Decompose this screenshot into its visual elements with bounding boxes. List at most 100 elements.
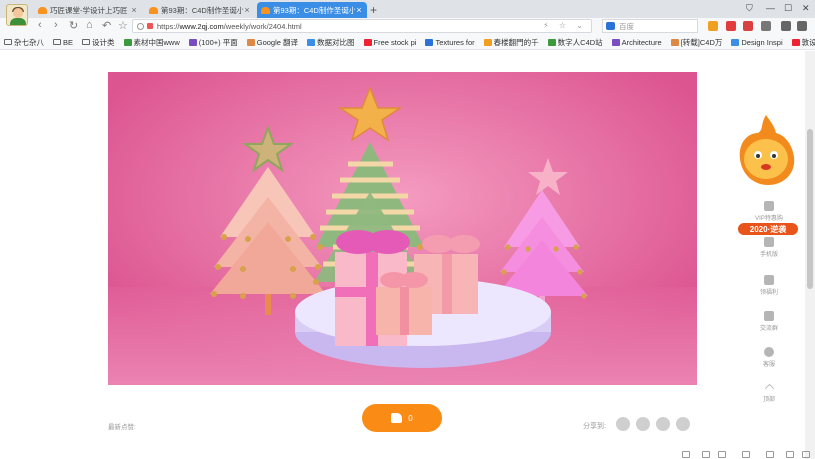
url-text: https://www.2qj.com/weekly/work/2404.htm…	[157, 21, 302, 31]
folder-icon	[4, 39, 12, 45]
bookmark-item[interactable]: 敦设计	[791, 37, 815, 48]
sidebar-item-gift[interactable]: 领福利	[745, 275, 793, 296]
close-window-button[interactable]: ✕	[802, 3, 810, 14]
navigation-bar: ‹ › ↻ ⌂ ↶ ☆ https://www.2qj.com/weekly/w…	[0, 18, 815, 35]
bookmark-item[interactable]: Free stock pi	[363, 38, 416, 47]
bookmark-label: 数字人C4D站	[557, 37, 603, 47]
chevron-up-icon	[764, 383, 774, 394]
bookmark-label: (100+) 平面	[198, 37, 238, 47]
latest-likes-label: 最新点赞:	[108, 424, 136, 431]
bookmark-item[interactable]: 数据对比图	[307, 37, 355, 48]
tab-label: 巧匠课堂-学设计上巧匠 优	[50, 5, 130, 15]
bookmark-item[interactable]: Google 翻译	[246, 37, 298, 48]
site-icon	[188, 38, 197, 46]
bookmark-item[interactable]: Design Inspi	[731, 38, 783, 47]
promo-badge[interactable]: 2020·逆袭	[737, 222, 799, 236]
tab-1[interactable]: 巧匠课堂-学设计上巧匠 优 ×	[34, 2, 142, 18]
bookmark-item[interactable]: 杂七杂八	[4, 37, 44, 48]
sidebar-item-mobile[interactable]: 手机版	[745, 237, 793, 258]
sidebar-item-vip[interactable]: VIP特惠购	[745, 201, 793, 222]
share-label: 分享到:	[583, 423, 606, 430]
sidebar-item-group[interactable]: 交流群	[745, 311, 793, 332]
bookmark-item[interactable]: 数字人C4D站	[547, 37, 603, 48]
search-input[interactable]: 百度	[602, 19, 698, 33]
bookmark-item[interactable]: Textures for	[425, 38, 475, 47]
status-icon[interactable]	[802, 451, 810, 458]
scissors-icon[interactable]	[761, 21, 771, 31]
qq-share-icon[interactable]	[656, 417, 670, 431]
sidebar-item-label: VIP特惠购	[755, 216, 783, 222]
bookmark-star-button[interactable]: ☆	[118, 19, 128, 32]
gift-icon	[764, 275, 774, 285]
status-icon[interactable]	[682, 451, 690, 458]
bookmark-item[interactable]: [转载]C4D万	[670, 37, 722, 48]
sidebar-item-label: 交流群	[759, 326, 778, 332]
profile-avatar[interactable]	[6, 4, 28, 26]
bookmark-label: 数据对比图	[317, 37, 355, 47]
site-icon	[791, 38, 800, 46]
site-icon	[483, 38, 492, 46]
bookmark-item[interactable]: Architecture	[611, 37, 662, 47]
bookmark-item[interactable]: 设计类	[82, 37, 115, 48]
weibo-share-icon[interactable]	[616, 417, 630, 431]
thumbs-up-icon	[391, 413, 403, 423]
bookmark-item[interactable]: 素材中国www	[123, 37, 180, 48]
sidebar-item-label: 领福利	[759, 290, 778, 296]
tab-3-active[interactable]: 第93期：C4D制作圣诞小 ×	[257, 2, 367, 18]
scrollbar-thumb[interactable]	[807, 129, 813, 289]
security-icon[interactable]	[147, 23, 153, 29]
extension-grid-icon[interactable]	[708, 21, 718, 31]
status-icon[interactable]	[766, 451, 774, 458]
status-icon[interactable]	[718, 451, 726, 458]
sidebar-item-top[interactable]: 顶部	[745, 383, 793, 403]
status-icon[interactable]	[742, 451, 750, 458]
status-icon[interactable]	[786, 451, 794, 458]
forward-button[interactable]: ›	[54, 19, 58, 31]
site-icon	[611, 38, 620, 46]
bookmark-item[interactable]: BE	[53, 38, 73, 47]
bookmark-label: 敦设计	[801, 37, 815, 47]
undo-close-button[interactable]: ↶	[102, 19, 111, 32]
status-icon[interactable]	[702, 451, 710, 458]
qiaojiang-favicon-icon	[261, 6, 270, 14]
reload-button[interactable]: ↻	[69, 19, 78, 32]
address-bar-actions[interactable]: ⚡ ☆ ⌄	[543, 21, 587, 30]
bookmark-item[interactable]: 春楼翻門的千	[483, 37, 539, 48]
close-icon[interactable]: ×	[355, 5, 363, 15]
game-icon[interactable]	[726, 21, 736, 31]
chat-icon	[764, 311, 774, 321]
close-icon[interactable]: ×	[130, 5, 138, 15]
site-icon	[123, 38, 132, 46]
home-button[interactable]: ⌂	[86, 19, 93, 31]
new-tab-button[interactable]: +	[370, 3, 377, 17]
like-count: 0	[408, 413, 413, 423]
folder-icon	[82, 39, 91, 45]
vertical-scrollbar[interactable]	[805, 51, 815, 459]
crown-icon	[764, 201, 774, 211]
extension-icon[interactable]	[743, 21, 753, 31]
bookmark-label: 素材中国www	[133, 37, 180, 47]
download-icon[interactable]	[781, 21, 791, 31]
pin-icon[interactable]: ⛉	[746, 3, 753, 14]
mascot-icon[interactable]	[730, 111, 802, 191]
wechat-share-icon[interactable]	[676, 417, 690, 431]
sidebar-item-service[interactable]: 客服	[745, 347, 793, 368]
tab-2[interactable]: 第93期：C4D制作圣诞小 ×	[145, 2, 255, 18]
maximize-button[interactable]: ☐	[784, 3, 792, 14]
close-icon[interactable]: ×	[243, 5, 251, 15]
like-button[interactable]: 0	[362, 404, 442, 432]
tab-label: 第93期：C4D制作圣诞小	[273, 5, 355, 15]
bookmark-label: Architecture	[621, 37, 662, 47]
menu-icon[interactable]	[797, 21, 807, 31]
tab-label: 第93期：C4D制作圣诞小	[161, 5, 243, 15]
sidebar-item-label: 客服	[762, 362, 775, 368]
address-bar[interactable]: https://www.2qj.com/weekly/work/2404.htm…	[132, 19, 592, 33]
qiaojiang-favicon-icon	[38, 6, 47, 14]
bookmark-label: BE	[63, 37, 74, 47]
page-content: 2020·逆袭 VIP特惠购 手机版 领福利 交流群 客服 顶部 最新点赞: 0	[0, 51, 805, 459]
site-info-icon[interactable]	[137, 22, 144, 30]
qzone-share-icon[interactable]	[636, 417, 650, 431]
minimize-button[interactable]: —	[766, 3, 775, 13]
bookmark-item[interactable]: (100+) 平面	[188, 37, 238, 48]
back-button[interactable]: ‹	[38, 19, 42, 31]
